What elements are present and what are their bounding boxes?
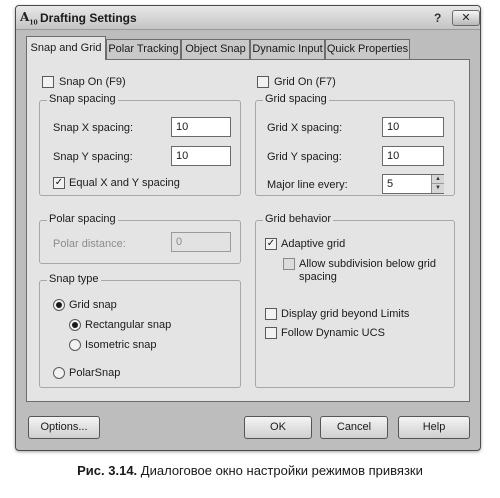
display-grid-beyond-limits-checkbox[interactable]: [265, 308, 277, 320]
autocad-app-icon: A10: [20, 10, 38, 27]
figure-caption: Рис. 3.14. Диалоговое окно настройки реж…: [0, 463, 500, 478]
title-bar[interactable]: A10 Drafting Settings ? ✕: [16, 6, 480, 30]
rectangular-snap-label: Rectangular snap: [85, 319, 172, 331]
allow-subdivision-checkbox[interactable]: [283, 258, 295, 270]
snap-y-spacing-label: Snap Y spacing:: [53, 151, 133, 163]
snap-spacing-title: Snap spacing: [47, 93, 118, 105]
help-button[interactable]: Help: [398, 416, 470, 439]
snap-x-spacing-label: Snap X spacing:: [53, 122, 134, 134]
grid-y-spacing-input[interactable]: [382, 146, 444, 166]
polar-distance-label: Polar distance:: [53, 238, 126, 250]
tab-polar-tracking[interactable]: Polar Tracking: [106, 39, 181, 59]
polar-spacing-title: Polar spacing: [47, 213, 118, 225]
allow-subdivision-label-line1: Allow subdivision below grid: [299, 258, 436, 270]
snap-on-checkbox[interactable]: [42, 76, 54, 88]
polar-distance-input[interactable]: [171, 232, 231, 252]
drafting-settings-dialog: A10 Drafting Settings ? ✕ Snap and Grid …: [15, 5, 481, 451]
options-button[interactable]: Options...: [28, 416, 100, 439]
adaptive-grid-label: Adaptive grid: [281, 238, 346, 250]
close-button[interactable]: ✕: [452, 10, 480, 26]
tab-snap-and-grid[interactable]: Snap and Grid: [26, 36, 106, 60]
window-title: Drafting Settings: [40, 11, 137, 25]
display-grid-beyond-limits-label: Display grid beyond Limits: [281, 308, 410, 320]
grid-x-spacing-input[interactable]: [382, 117, 444, 137]
grid-snap-label: Grid snap: [69, 299, 117, 311]
snap-x-spacing-input[interactable]: [171, 117, 231, 137]
grid-snap-radio[interactable]: [53, 299, 65, 311]
spin-down-arrow-icon[interactable]: ▼: [432, 184, 444, 193]
equal-xy-spacing-label: Equal X and Y spacing: [69, 177, 180, 189]
grid-spacing-title: Grid spacing: [263, 93, 329, 105]
equal-xy-spacing-checkbox[interactable]: ✓: [53, 177, 65, 189]
tab-object-snap[interactable]: Object Snap: [181, 39, 250, 59]
grid-x-spacing-label: Grid X spacing:: [267, 122, 343, 134]
grid-y-spacing-label: Grid Y spacing:: [267, 151, 342, 163]
figure-caption-text: Диалоговое окно настройки режимов привяз…: [140, 463, 423, 478]
allow-subdivision-label-line2: spacing: [299, 271, 337, 283]
snap-type-title: Snap type: [47, 273, 101, 285]
polarsnap-radio[interactable]: [53, 367, 65, 379]
tab-quick-properties[interactable]: Quick Properties: [325, 39, 410, 59]
major-line-spinner: ▲ ▼: [431, 175, 444, 193]
follow-dynamic-ucs-label: Follow Dynamic UCS: [281, 327, 385, 339]
major-line-every-label: Major line every:: [267, 179, 348, 191]
grid-behavior-title: Grid behavior: [263, 213, 334, 225]
snap-y-spacing-input[interactable]: [171, 146, 231, 166]
follow-dynamic-ucs-checkbox[interactable]: [265, 327, 277, 339]
snap-on-label: Snap On (F9): [59, 76, 126, 88]
adaptive-grid-checkbox[interactable]: ✓: [265, 238, 277, 250]
grid-on-label: Grid On (F7): [274, 76, 336, 88]
ok-button[interactable]: OK: [244, 416, 312, 439]
polarsnap-label: PolarSnap: [69, 367, 121, 379]
snap-and-grid-panel: Snap On (F9) Snap spacing Snap X spacing…: [26, 59, 470, 402]
grid-on-checkbox[interactable]: [257, 76, 269, 88]
figure-number: Рис. 3.14.: [77, 463, 138, 478]
spin-up-arrow-icon[interactable]: ▲: [432, 175, 444, 184]
tab-dynamic-input[interactable]: Dynamic Input: [250, 39, 325, 59]
context-help-icon[interactable]: ?: [434, 11, 441, 25]
cancel-button[interactable]: Cancel: [320, 416, 388, 439]
isometric-snap-label: Isometric snap: [85, 339, 157, 351]
rectangular-snap-radio[interactable]: [69, 319, 81, 331]
isometric-snap-radio[interactable]: [69, 339, 81, 351]
